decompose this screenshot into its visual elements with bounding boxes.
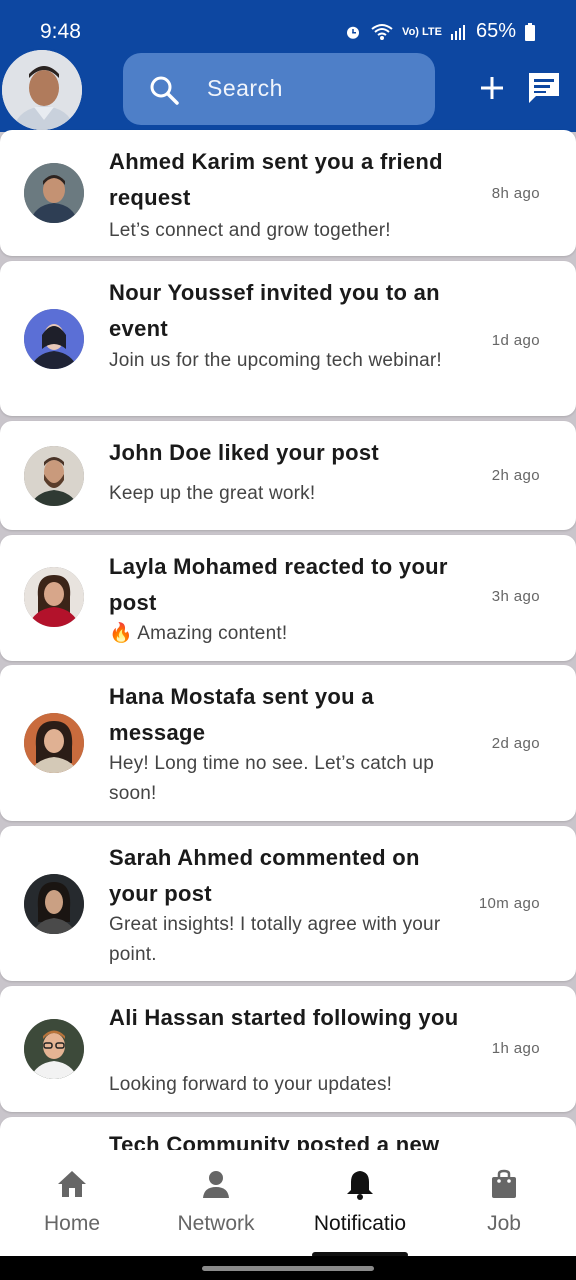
bag-icon <box>492 1169 516 1198</box>
notification-time: 10m ago <box>478 895 540 912</box>
search-icon <box>150 76 179 105</box>
home-icon <box>58 1171 86 1197</box>
notification-title: John Doe liked your post <box>109 440 380 465</box>
notification-time: 1d ago <box>491 332 540 349</box>
avatar <box>24 874 84 934</box>
avatar <box>24 446 84 506</box>
wifi-icon <box>371 23 393 40</box>
notification-title: Ahmed Karim sent you a friend request <box>109 149 443 210</box>
notification-title: Ali Hassan started following you <box>109 1005 459 1030</box>
notification-card[interactable]: Nour Youssef invited you to an event Joi… <box>0 261 576 416</box>
signal-icon <box>450 24 465 40</box>
plus-icon[interactable] <box>474 70 510 106</box>
profile-avatar[interactable] <box>0 48 84 132</box>
notification-message: Join us for the upcoming tech webinar! <box>109 350 442 371</box>
avatar <box>24 567 84 627</box>
notification-message: Hey! Long time no see. Let’s catch up so… <box>109 753 434 804</box>
nav-home[interactable]: Home <box>0 1168 144 1236</box>
avatar <box>24 163 84 223</box>
alarm-icon <box>347 26 360 39</box>
notification-card[interactable]: Hana Mostafa sent you a message Hey! Lon… <box>0 665 576 821</box>
status-icons: Vo) LTE 65% <box>344 20 536 43</box>
notification-title: Nour Youssef invited you to an event <box>109 280 440 341</box>
notification-title: Layla Mohamed reacted to your post <box>109 554 448 615</box>
search-placeholder: Search <box>207 75 283 101</box>
notification-message: Let’s connect and grow together! <box>109 220 391 241</box>
person-icon <box>203 1171 229 1198</box>
notification-card[interactable]: Ahmed Karim sent you a friend request Le… <box>0 130 576 256</box>
notification-card[interactable]: John Doe liked your post Keep up the gre… <box>0 421 576 530</box>
status-bar: 9:48 Vo) LTE 65% <box>0 0 576 60</box>
status-time: 9:48 <box>40 20 81 43</box>
nav-notifications[interactable]: Notificatio <box>288 1168 432 1236</box>
bottom-navigation: Home Network Notificatio Job <box>0 1150 576 1256</box>
notification-message: Keep up the great work! <box>109 483 316 504</box>
nav-home-label: Home <box>43 1212 101 1235</box>
battery-percent: 65% <box>475 20 516 42</box>
notification-time: 2h ago <box>491 467 540 484</box>
avatar <box>24 1019 84 1079</box>
notification-title: Sarah Ahmed commented on your post <box>109 845 420 906</box>
notification-card[interactable]: Ali Hassan started following you Looking… <box>0 986 576 1112</box>
message-icon[interactable] <box>526 70 562 106</box>
notification-time: 8h ago <box>491 185 540 202</box>
nav-jobs-label: Job <box>487 1212 521 1235</box>
notification-message: Looking forward to your updates! <box>109 1074 393 1095</box>
notification-card[interactable]: Sarah Ahmed commented on your post Great… <box>0 826 576 981</box>
nav-network[interactable]: Network <box>144 1168 288 1236</box>
notification-time: 2d ago <box>491 735 540 752</box>
top-app-bar: 9:48 Vo) LTE 65% Search <box>0 0 576 132</box>
nav-network-label: Network <box>177 1212 255 1235</box>
notification-time: 3h ago <box>491 588 540 605</box>
bell-icon <box>347 1171 373 1200</box>
search-bar[interactable]: Search <box>123 53 435 125</box>
avatar <box>24 309 84 369</box>
avatar <box>24 713 84 773</box>
gesture-handle[interactable] <box>202 1266 374 1271</box>
lte-label: Vo) LTE <box>402 25 442 38</box>
notification-message: 🔥 Amazing content! <box>109 623 288 644</box>
nav-jobs[interactable]: Job <box>432 1168 576 1236</box>
notification-time: 1h ago <box>491 1040 540 1057</box>
notification-card[interactable]: Layla Mohamed reacted to your post 🔥 Ama… <box>0 535 576 661</box>
nav-notifications-label: Notificatio <box>313 1212 407 1235</box>
notification-message: Great insights! I totally agree with you… <box>109 914 441 965</box>
notification-title: Hana Mostafa sent you a message <box>109 684 374 745</box>
battery-icon <box>525 22 535 41</box>
